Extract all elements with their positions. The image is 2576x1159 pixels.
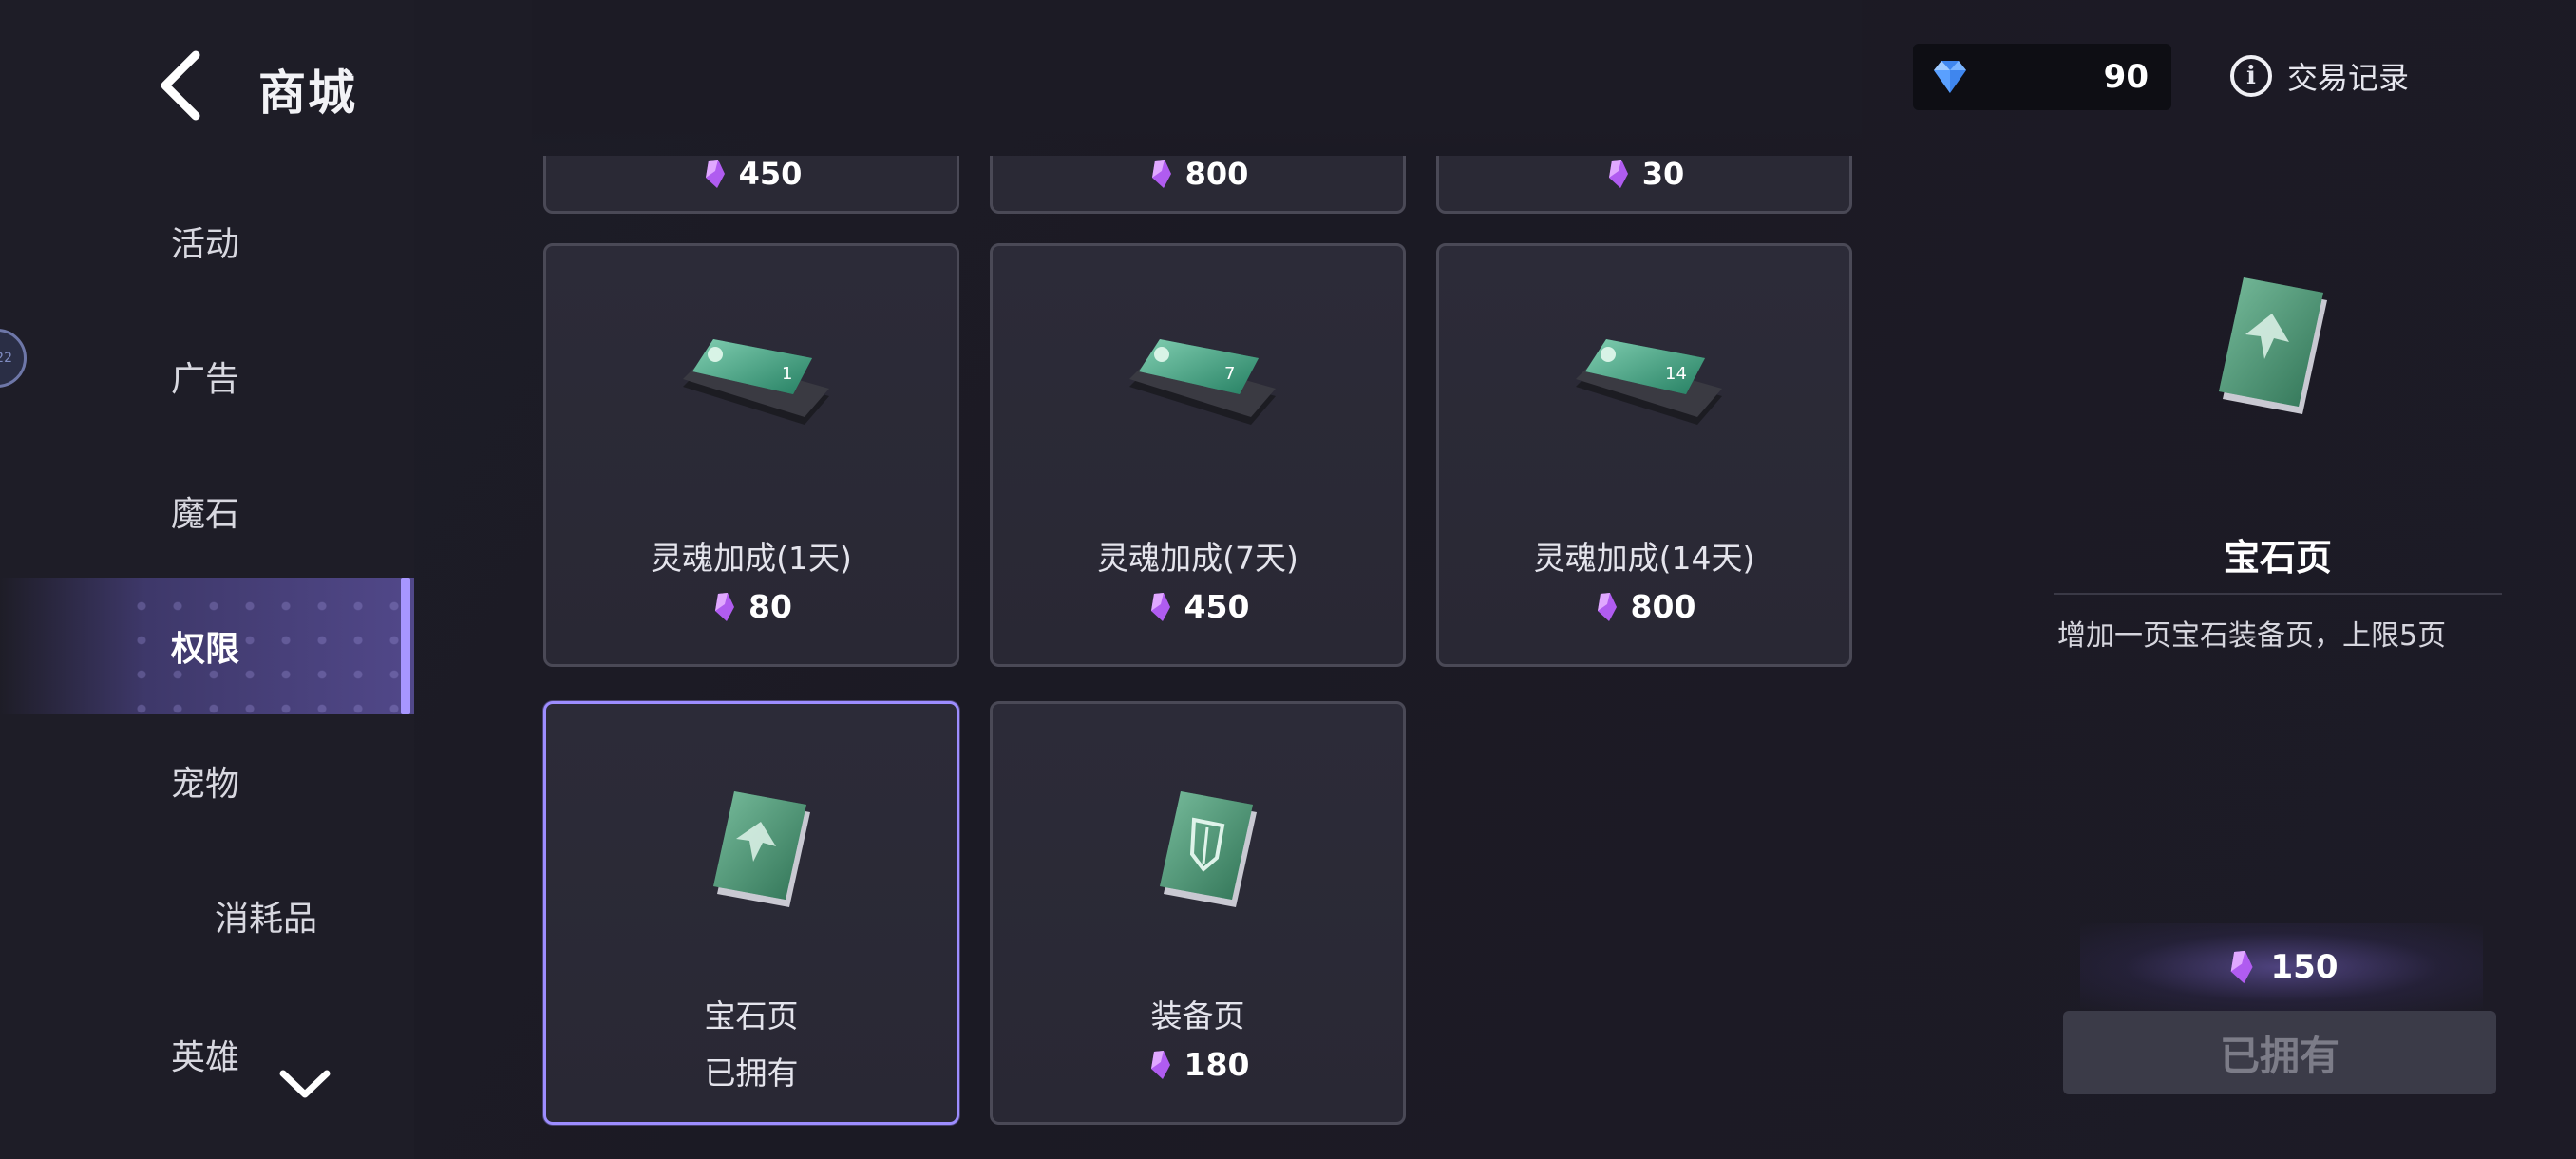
page-title: 商城 [258, 66, 357, 121]
item-card-equipment-page[interactable]: 装备页 180 [990, 701, 1406, 1125]
item-price: 80 [748, 588, 792, 625]
item-card-partial[interactable]: 800 [990, 156, 1406, 214]
item-price: 800 [1630, 588, 1696, 625]
gem-page-book-icon [713, 791, 810, 907]
diamond-count: 90 [2103, 58, 2149, 96]
owned-status: 已拥有 [704, 1054, 799, 1092]
detail-price-value: 150 [2270, 948, 2339, 986]
item-name: 灵魂加成(1天) [651, 540, 852, 577]
svg-text:14: 14 [1665, 364, 1687, 384]
detail-description: 增加一页宝石装备页，上限5页 [2057, 619, 2447, 653]
blue-diamond-icon [1934, 61, 1966, 93]
soul-card-14-icon: 14 [1576, 339, 1722, 425]
sidebar-item-heroes[interactable]: 英雄 [0, 984, 414, 1121]
item-price: 800 [1184, 156, 1249, 192]
item-price: 450 [1184, 588, 1250, 625]
svg-text:7: 7 [1224, 364, 1235, 384]
fps-value: FPS 60 [994, 45, 1092, 79]
divider [2054, 593, 2502, 595]
purple-crystal-icon [1151, 160, 1171, 188]
purple-crystal-icon [2230, 950, 2253, 984]
signal-icon [857, 51, 878, 72]
item-name: 灵魂加成(14天) [1533, 540, 1755, 577]
item-card-partial[interactable]: 30 [1436, 156, 1852, 214]
diamond-balance: 90 [1913, 44, 2171, 110]
trade-record-label: 交易记录 [2287, 60, 2410, 96]
item-card-soul-7d[interactable]: 7 灵魂加成(7天) 450 [990, 243, 1406, 667]
crystal-count: 54 [1782, 58, 1828, 96]
sidebar-item-pets[interactable]: 宠物 [0, 712, 414, 849]
purple-crystal-icon [705, 160, 725, 188]
svg-text:1: 1 [782, 364, 792, 384]
chevron-down-icon[interactable] [277, 1068, 332, 1100]
item-card-gem-page[interactable]: 宝石页 已拥有 [543, 701, 959, 1125]
item-name: 宝石页 [704, 998, 799, 1035]
ping-value: 36ms [888, 45, 968, 79]
gem-page-book-icon [2219, 277, 2327, 414]
trade-record-link[interactable]: i 交易记录 [2230, 51, 2409, 101]
sidebar-item-magic-stone[interactable]: 魔石 [0, 443, 414, 580]
item-name: 灵魂加成(7天) [1097, 540, 1298, 577]
soul-card-1-icon: 1 [683, 339, 829, 425]
item-price: 180 [1184, 1046, 1250, 1083]
purple-crystal-icon [1597, 592, 1617, 621]
crystal-balance: 54 [1592, 44, 1850, 110]
item-card-soul-14d[interactable]: 14 灵魂加成(14天) 800 [1436, 243, 1852, 667]
purple-crystal-icon [1617, 59, 1643, 95]
active-indicator [401, 578, 410, 714]
network-stats: 36ms · FPS 60 [804, 25, 1146, 99]
sidebar: 商城 22 活动 广告 魔石 权限 宠物 消耗品 英雄 [0, 0, 414, 1159]
item-card-partial[interactable]: 450 [543, 156, 959, 214]
sidebar-item-activity[interactable]: 活动 [0, 173, 414, 310]
equipment-page-book-icon [1160, 791, 1257, 907]
item-name: 装备页 [1150, 998, 1245, 1035]
soul-card-7-icon: 7 [1129, 339, 1276, 425]
detail-price: 150 [2080, 923, 2483, 1011]
owned-button[interactable]: 已拥有 [2063, 1011, 2496, 1094]
separator: · [976, 45, 986, 79]
purple-crystal-icon [1150, 592, 1170, 621]
sidebar-item-ads[interactable]: 广告 [0, 308, 414, 445]
detail-title: 宝石页 [2223, 537, 2332, 579]
sidebar-item-consumables[interactable]: 消耗品 [0, 847, 414, 984]
purple-crystal-icon [1150, 1050, 1170, 1079]
back-arrow-icon[interactable] [152, 49, 209, 122]
item-price: 450 [738, 156, 803, 192]
sidebar-item-privileges[interactable]: 权限 [0, 578, 414, 714]
info-icon: i [2230, 55, 2272, 97]
item-price: 30 [1641, 156, 1685, 192]
purple-crystal-icon [715, 592, 735, 621]
purple-crystal-icon [1608, 160, 1628, 188]
item-grid: 450 800 30 1 灵魂加成(1天) 80 7 灵魂加成(7天) 450 … [532, 156, 1862, 1159]
item-card-soul-1d[interactable]: 1 灵魂加成(1天) 80 [543, 243, 959, 667]
